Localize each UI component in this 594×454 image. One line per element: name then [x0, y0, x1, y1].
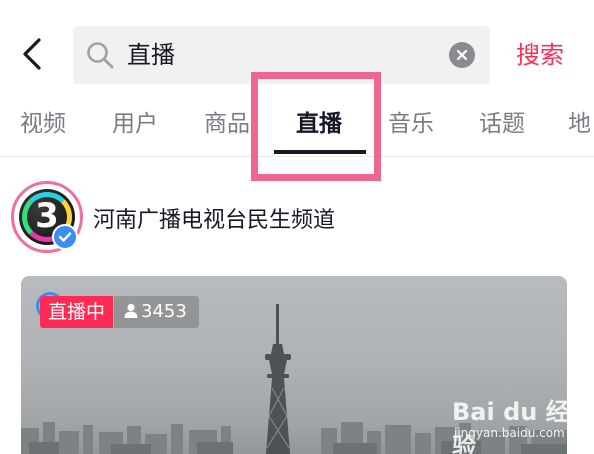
- status-bar: [0, 0, 594, 8]
- verified-badge: [52, 224, 78, 250]
- chevron-left-icon: [23, 38, 41, 70]
- result-tabs: 视频 用户 商品 直播 音乐 话题 地: [0, 100, 594, 154]
- back-button[interactable]: [14, 32, 50, 76]
- clear-search-button[interactable]: [449, 42, 475, 68]
- close-icon: [456, 49, 468, 61]
- viewer-count: 3453: [141, 301, 187, 322]
- tab-products[interactable]: 商品: [204, 108, 250, 140]
- tab-video[interactable]: 视频: [20, 108, 66, 140]
- tab-divider: [0, 156, 594, 157]
- search-input[interactable]: 直播: [127, 26, 447, 84]
- search-submit-button[interactable]: 搜索: [516, 40, 564, 70]
- verified-check-icon: [58, 232, 72, 242]
- active-tab-indicator: [274, 150, 366, 154]
- search-box[interactable]: 直播: [73, 26, 490, 84]
- tab-users[interactable]: 用户: [112, 108, 158, 140]
- tab-places[interactable]: 地: [568, 108, 591, 140]
- viewer-count-badge: 3453: [114, 296, 199, 328]
- channel-name[interactable]: 河南广播电视台民生频道: [93, 205, 335, 237]
- person-icon: [124, 303, 138, 318]
- tab-live[interactable]: 直播: [296, 108, 342, 140]
- tab-music[interactable]: 音乐: [388, 108, 434, 140]
- tab-topics[interactable]: 话题: [479, 108, 525, 140]
- live-status-badge: 直播中: [40, 296, 114, 328]
- search-icon: [87, 42, 114, 69]
